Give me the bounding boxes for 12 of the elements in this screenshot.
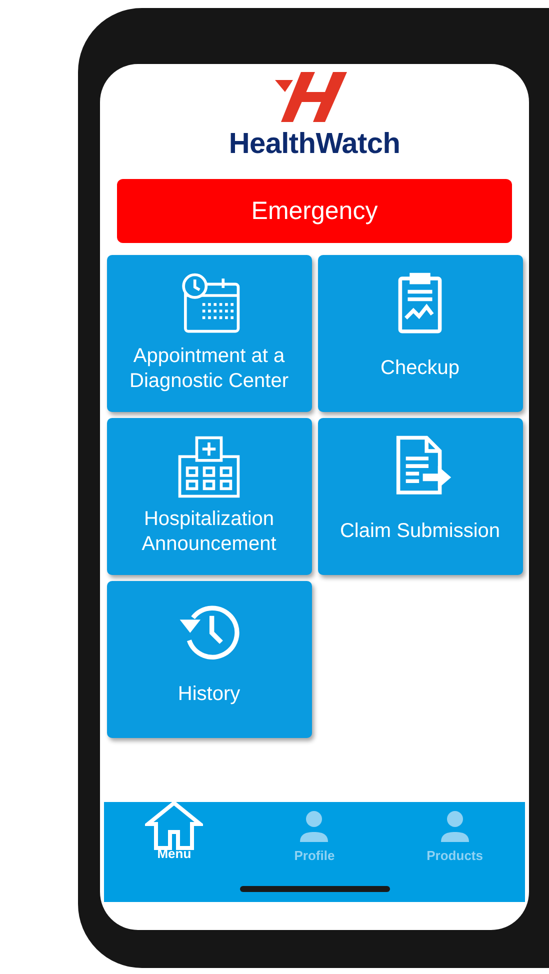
menu-tile[interactable]: Appointment at a Diagnostic Center (106, 255, 312, 412)
tab[interactable]: Products (384, 802, 525, 863)
menu-tile[interactable]: History (106, 581, 312, 738)
brand-name: HealthWatch (228, 128, 400, 161)
hospital-building-icon (176, 434, 242, 500)
menu-tile[interactable]: Hospitalization Announcement (106, 418, 312, 575)
menu-tile[interactable]: Claim Submission (318, 418, 522, 575)
menu-tile[interactable]: Checkup (318, 255, 522, 412)
house-icon (145, 800, 204, 850)
tab[interactable]: Profile (244, 802, 385, 863)
emergency-button[interactable]: Emergency (117, 179, 512, 243)
tab[interactable]: Menu (104, 802, 244, 863)
